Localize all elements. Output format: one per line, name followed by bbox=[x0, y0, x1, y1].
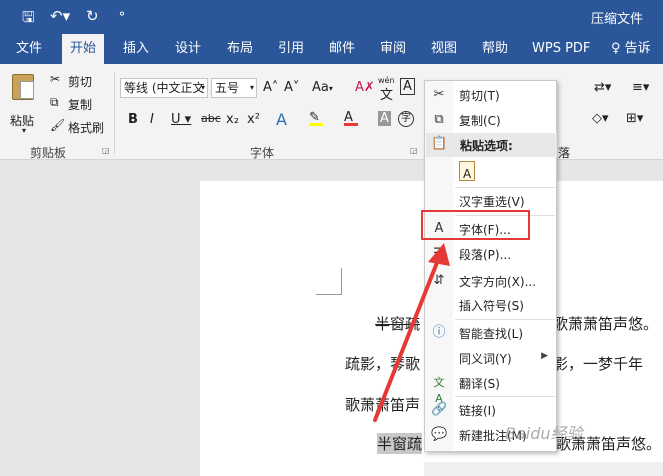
doc-line-1[interactable]: 半窗疏 bbox=[375, 313, 420, 334]
text-effects-icon[interactable]: A bbox=[276, 110, 287, 129]
bold-icon[interactable]: B bbox=[128, 112, 138, 127]
menu-item-insert-symbol[interactable]: 插入符号(S) bbox=[425, 293, 556, 318]
text-direction-icon: ⇵ bbox=[433, 273, 445, 288]
underline-icon[interactable]: U ▾ bbox=[171, 112, 191, 127]
paste-button[interactable]: 粘贴 ▾ bbox=[8, 72, 42, 135]
info-search-icon: ⓘ bbox=[432, 325, 446, 340]
dialog-launcher-icon[interactable]: ◲ bbox=[102, 146, 110, 155]
save-icon[interactable]: 🖫 bbox=[22, 7, 35, 32]
tab-references[interactable]: 引用 bbox=[270, 34, 312, 64]
tab-layout[interactable]: 布局 bbox=[219, 34, 261, 64]
copy-icon: ⧉ bbox=[434, 112, 444, 127]
paintbrush-icon: 🖌 bbox=[50, 118, 66, 132]
font-family-select[interactable]: 等线 (中文正文 ▾ bbox=[120, 78, 208, 98]
comment-icon: 💬 bbox=[431, 427, 448, 442]
menu-item-synonym[interactable]: 同义词(Y) ▶ bbox=[425, 346, 556, 371]
character-shading-icon[interactable]: A bbox=[378, 111, 391, 126]
undo-icon[interactable]: ↶▾ bbox=[50, 7, 70, 25]
grow-font-icon[interactable]: A˄ bbox=[263, 80, 278, 95]
doc-line-3[interactable]: 歌萧萧笛声 bbox=[345, 394, 420, 415]
change-case-button[interactable]: Aa▾ bbox=[312, 80, 333, 95]
font-size-select[interactable]: 五号 ▾ bbox=[211, 78, 257, 98]
tab-help[interactable]: 帮助 bbox=[474, 34, 516, 64]
menu-item-paragraph[interactable]: ☰ 段落(P)... bbox=[425, 242, 556, 267]
menu-item-cut[interactable]: ✂ 剪切(T) bbox=[425, 83, 556, 108]
paste-keep-text-only-button[interactable]: A bbox=[457, 161, 479, 185]
context-menu: ✂ 剪切(T) ⧉ 复制(C) 📋 粘贴选项: A 汉字重选(V) A 字体(F… bbox=[424, 80, 557, 452]
highlight-icon[interactable]: ✎ bbox=[309, 110, 323, 126]
menu-item-translate[interactable]: 文A 翻译(S) bbox=[425, 371, 556, 405]
shrink-font-icon[interactable]: A˅ bbox=[284, 80, 299, 95]
customize-qa-icon[interactable]: ⚬ bbox=[117, 7, 127, 21]
tab-wps-pdf[interactable]: WPS PDF bbox=[524, 34, 598, 64]
chevron-right-icon: ▶ bbox=[541, 351, 548, 361]
link-icon: 🔗 bbox=[431, 402, 448, 417]
watermark: Baidu经验 bbox=[505, 424, 583, 443]
chevron-down-icon: ▾ bbox=[200, 83, 205, 92]
document-title: 压缩文件 bbox=[590, 12, 643, 27]
list-icon[interactable]: ≡▾ bbox=[632, 80, 649, 95]
borders-icon[interactable]: ⊞▾ bbox=[626, 111, 643, 126]
styles-icon[interactable]: ⇄▾ bbox=[594, 80, 611, 95]
clear-formatting-icon[interactable]: A✗ bbox=[355, 80, 375, 95]
menu-separator bbox=[455, 396, 555, 397]
menu-item-text-direction[interactable]: ⇵ 文字方向(X)... bbox=[425, 269, 556, 294]
superscript-icon[interactable]: x² bbox=[247, 112, 260, 127]
redo-icon[interactable]: ↻ bbox=[86, 7, 99, 25]
lightbulb-icon: ♀ bbox=[611, 41, 621, 56]
tab-mailings[interactable]: 邮件 bbox=[321, 34, 363, 64]
doc-line-2[interactable]: 疏影，琴歌 bbox=[345, 353, 420, 374]
translate-icon: 文A bbox=[433, 376, 445, 405]
ribbon: 粘贴 ▾ ✂ 剪切 ⧉ 复制 🖌 格式刷 剪贴板 ◲ 等线 (中文正文 ▾ 五号… bbox=[0, 64, 663, 160]
tab-home[interactable]: 开始 bbox=[62, 34, 105, 64]
tab-file[interactable]: 文件 bbox=[8, 34, 50, 64]
copy-icon: ⧉ bbox=[50, 95, 59, 109]
tab-insert[interactable]: 插入 bbox=[115, 34, 157, 64]
font-group-label: 字体 bbox=[250, 146, 275, 160]
font-item-highlight bbox=[421, 210, 530, 240]
italic-icon[interactable]: I bbox=[150, 112, 154, 127]
scissors-icon: ✂ bbox=[433, 87, 445, 102]
title-bar: 🖫 ↶▾ ↻ ⚬ 压缩文件 bbox=[0, 0, 663, 34]
doc-line-4-selected[interactable]: 半窗疏 bbox=[377, 433, 423, 454]
tab-tell-me[interactable]: ♀ 告诉我 bbox=[603, 34, 663, 86]
group-divider bbox=[114, 72, 115, 154]
clipboard-group-label: 剪贴板 bbox=[30, 146, 67, 160]
tab-design[interactable]: 设计 bbox=[167, 34, 209, 64]
paragraph-icon: ☰ bbox=[433, 246, 445, 261]
tab-view[interactable]: 视图 bbox=[423, 34, 465, 64]
dialog-launcher-icon[interactable]: ◲ bbox=[410, 146, 418, 155]
tab-review[interactable]: 审阅 bbox=[372, 34, 414, 64]
chevron-down-icon: ▾ bbox=[22, 126, 27, 135]
shading-icon[interactable]: ◇▾ bbox=[592, 111, 609, 126]
clipboard-icon bbox=[12, 74, 34, 100]
scissors-icon: ✂ bbox=[50, 72, 61, 86]
phonetic-icon: 文 bbox=[380, 88, 394, 103]
mini-toolbar-strip bbox=[424, 462, 663, 476]
menu-item-smart-lookup[interactable]: ⓘ 智能查找(L) bbox=[425, 321, 556, 346]
menu-separator bbox=[455, 187, 555, 188]
chevron-down-icon: ▾ bbox=[249, 83, 254, 92]
menu-item-copy[interactable]: ⧉ 复制(C) bbox=[425, 108, 556, 133]
paste-options-header: 📋 粘贴选项: bbox=[426, 133, 557, 157]
paragraph-group-label-partial: 落 bbox=[558, 146, 571, 160]
strikethrough-icon[interactable]: abc bbox=[201, 112, 221, 125]
ribbon-tabs: 文件 开始 插入 设计 布局 引用 邮件 审阅 视图 帮助 WPS PDF ♀ … bbox=[0, 34, 663, 86]
page-margin-mark bbox=[316, 268, 342, 295]
enclosed-char-icon[interactable]: 字 bbox=[398, 111, 414, 127]
subscript-icon[interactable]: x₂ bbox=[226, 112, 239, 127]
font-color-icon[interactable]: A bbox=[344, 110, 358, 126]
character-border-icon[interactable]: A bbox=[400, 78, 415, 95]
menu-separator bbox=[455, 319, 555, 320]
clipboard-icon: 📋 bbox=[431, 136, 448, 151]
